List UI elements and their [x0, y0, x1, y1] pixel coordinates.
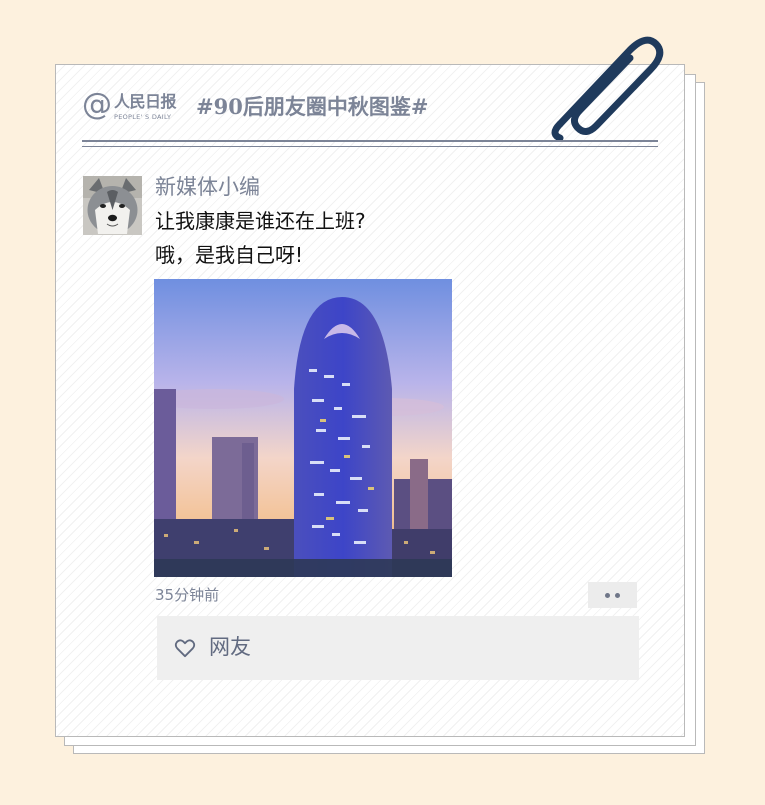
- at-sign-icon: @: [82, 87, 112, 122]
- brand-name-cn: 人民日报: [114, 92, 177, 111]
- dot: [615, 592, 620, 598]
- header-divider: [82, 140, 658, 142]
- header-divider-thin: [82, 146, 658, 147]
- moments-card: @ 人民日报 PEOPLE' S DAILY #90后朋友圈中秋图鉴# 新媒体小…: [55, 64, 685, 737]
- avatar[interactable]: [83, 176, 142, 235]
- dot: [605, 592, 610, 598]
- post-author[interactable]: 新媒体小编: [155, 174, 260, 200]
- post-timestamp: 35分钟前: [155, 586, 220, 604]
- post-text-line: 让我康康是谁还在上班?: [155, 209, 366, 233]
- post-text-line: 哦，是我自己呀!: [155, 243, 304, 267]
- paperclip-icon: [551, 36, 664, 140]
- more-dots-icon[interactable]: [588, 582, 637, 608]
- brand-name-en: PEOPLE' S DAILY: [114, 113, 172, 121]
- heart-icon[interactable]: [174, 638, 196, 658]
- liker-name[interactable]: 网友: [209, 633, 251, 661]
- topic-hashtag: #90后朋友圈中秋图鉴#: [196, 94, 429, 119]
- post-photo[interactable]: [154, 279, 452, 577]
- likes-panel: 网友: [157, 616, 639, 680]
